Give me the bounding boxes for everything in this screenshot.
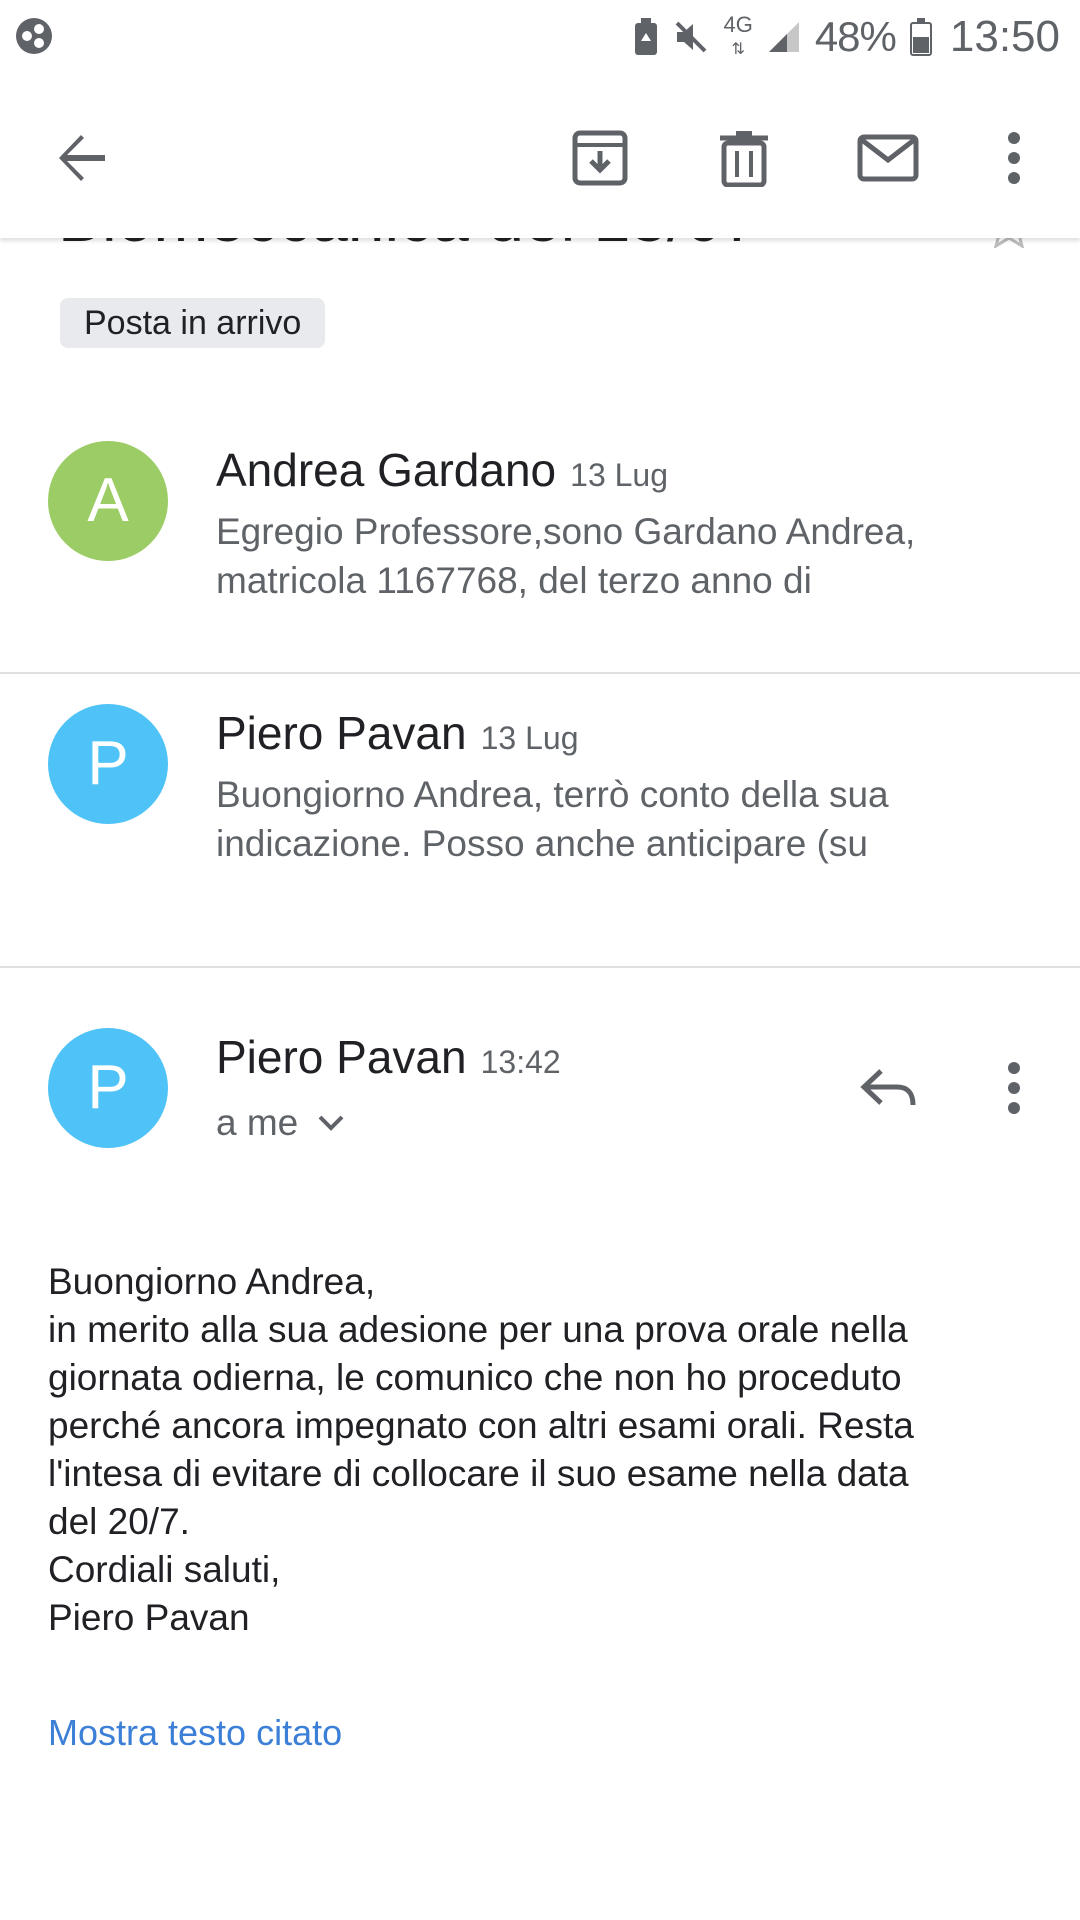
body-line: perché ancora impegnato con altri esami … bbox=[48, 1405, 914, 1446]
network-type-label: 4G bbox=[723, 11, 753, 37]
mark-unread-button[interactable] bbox=[838, 108, 938, 208]
body-line: l'intesa di evitare di collocare il suo … bbox=[48, 1453, 909, 1494]
snippet-line: matricola 1167768, del terzo anno di bbox=[216, 560, 812, 601]
notification-icon bbox=[14, 16, 54, 56]
body-line: in merito alla sua adesione per una prov… bbox=[48, 1309, 908, 1350]
collapsed-message[interactable]: P Piero Pavan 13 Lug Buongiorno Andrea, t… bbox=[0, 674, 1080, 966]
sender-line: Andrea Gardano 13 Lug bbox=[216, 443, 668, 497]
thread-subject: Biomeccanica del 13/07 bbox=[58, 238, 759, 256]
mute-icon bbox=[673, 19, 709, 55]
collapsed-message[interactable]: A Andrea Gardano 13 Lug Egregio Professor… bbox=[0, 403, 1080, 601]
network-type-icon: 4G ⇅ bbox=[723, 11, 753, 58]
status-icons: 4G ⇅ 48% 13:50 bbox=[633, 12, 1060, 62]
battery-percent: 48% bbox=[814, 13, 897, 60]
label-chip[interactable]: Posta in arrivo bbox=[60, 298, 326, 348]
battery-saver-icon bbox=[633, 17, 659, 57]
conversation-view[interactable]: Biomeccanica del 13/07 Posta in arrivo A… bbox=[0, 238, 1080, 1920]
message-more-button[interactable] bbox=[964, 1038, 1064, 1138]
sender-name: Piero Pavan bbox=[216, 707, 467, 759]
avatar[interactable]: A bbox=[48, 441, 168, 561]
recipient-details-toggle[interactable]: a me bbox=[216, 1102, 344, 1144]
message-snippet: Buongiorno Andrea, terrò conto della sua… bbox=[216, 770, 1016, 868]
message-body: Buongiorno Andrea, in merito alla sua ad… bbox=[48, 1258, 1038, 1642]
clock: 13:50 bbox=[949, 12, 1060, 61]
sender-line: Piero Pavan 13 Lug bbox=[216, 706, 578, 760]
signal-icon bbox=[767, 20, 801, 54]
star-button[interactable] bbox=[986, 238, 1032, 253]
delete-icon bbox=[720, 131, 768, 187]
sender-name: Piero Pavan bbox=[216, 1031, 467, 1083]
body-line: del 20/7. bbox=[48, 1501, 190, 1542]
snippet-line: Buongiorno Andrea, terrò conto della sua bbox=[216, 774, 889, 815]
avatar[interactable]: P bbox=[48, 704, 168, 824]
status-bar: 4G ⇅ 48% 13:50 bbox=[0, 0, 1080, 78]
reply-button[interactable] bbox=[838, 1038, 938, 1138]
battery-icon bbox=[909, 17, 932, 57]
body-line: Cordiali saluti, bbox=[48, 1549, 281, 1590]
sender-line: Piero Pavan 13:42 bbox=[216, 1030, 561, 1084]
body-line: giornata odierna, le comunico che non ho… bbox=[48, 1357, 902, 1398]
snippet-line: indicazione. Posso anche anticipare (su bbox=[216, 823, 868, 864]
message-date: 13 Lug bbox=[480, 720, 579, 756]
back-button[interactable] bbox=[32, 108, 132, 208]
more-vert-icon bbox=[1008, 1062, 1020, 1114]
recipient-label: a me bbox=[216, 1102, 299, 1143]
back-arrow-icon bbox=[59, 135, 105, 181]
body-line: Piero Pavan bbox=[48, 1597, 250, 1638]
app-bar bbox=[0, 78, 1080, 238]
message-date: 13 Lug bbox=[570, 457, 669, 493]
reply-icon bbox=[860, 1069, 916, 1106]
delete-button[interactable] bbox=[694, 108, 794, 208]
more-options-button[interactable] bbox=[964, 108, 1064, 208]
message-time: 13:42 bbox=[480, 1044, 561, 1080]
show-quoted-text-link[interactable]: Mostra testo citato bbox=[48, 1712, 342, 1754]
star-icon bbox=[993, 238, 1025, 250]
archive-icon bbox=[572, 130, 628, 186]
chevron-down-icon bbox=[318, 1115, 344, 1131]
archive-button[interactable] bbox=[550, 108, 650, 208]
message-snippet: Egregio Professore,sono Gardano Andrea, … bbox=[216, 507, 1016, 605]
snippet-line: Egregio Professore,sono Gardano Andrea, bbox=[216, 511, 916, 552]
more-vert-icon bbox=[1008, 132, 1020, 184]
avatar[interactable]: P bbox=[48, 1028, 168, 1148]
mark-unread-icon bbox=[857, 134, 919, 182]
sender-name: Andrea Gardano bbox=[216, 444, 557, 496]
body-line: Buongiorno Andrea, bbox=[48, 1261, 376, 1302]
